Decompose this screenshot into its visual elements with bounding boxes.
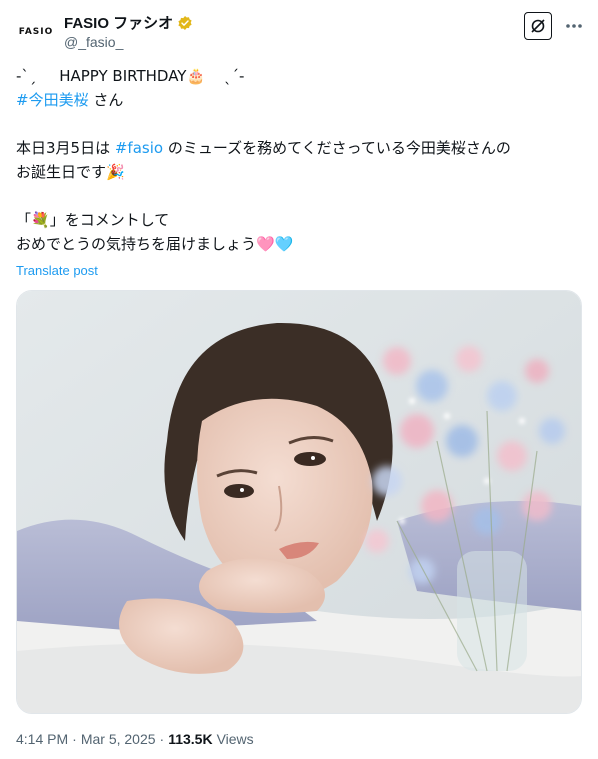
views-count[interactable]: 113.5K xyxy=(168,731,212,747)
avatar[interactable]: FASIO xyxy=(14,10,58,54)
post-header: FASIO FASIO ファシオ @_fasio_ xyxy=(0,0,598,62)
grok-icon[interactable] xyxy=(524,12,552,40)
birthday-text: HAPPY BIRTHDAY xyxy=(59,67,187,85)
post-line-3-b: のミューズを務めてくださっている今田美桜さんの xyxy=(163,139,511,157)
meta-separator: · xyxy=(72,731,77,747)
verified-badge-icon xyxy=(178,15,192,30)
post-photo[interactable] xyxy=(16,290,582,714)
post-line-5-a: 「 xyxy=(16,211,32,229)
post-line-3: 本日3月5日は #fasio のミューズを務めてくださっている今田美桜さんの xyxy=(16,136,582,160)
post-text: -ˋˏ HAPPY BIRTHDAY🎂 ˎˊ- #今田美桜 さん 本日3月5日は… xyxy=(16,64,582,256)
post-line-4: お誕生日です🎉 xyxy=(16,160,582,184)
hashtag-fasio[interactable]: #fasio xyxy=(115,139,163,157)
post-line-6: おめでとうの気持ちを届けましょう🩷🩵 xyxy=(16,232,582,256)
post-line-6-text: おめでとうの気持ちを届けましょう xyxy=(16,235,257,253)
display-name[interactable]: FASIO ファシオ xyxy=(64,12,173,33)
post-line-2: #今田美桜 さん xyxy=(16,88,582,112)
post-meta: 4:14 PM · Mar 5, 2025 · 113.5K Views xyxy=(16,731,254,747)
hashtag-imada-mio[interactable]: #今田美桜 xyxy=(16,91,89,109)
bouquet-icon: 💐 xyxy=(31,211,50,229)
author-name-row: FASIO ファシオ xyxy=(64,12,193,33)
decor-right: ˎˊ- xyxy=(223,67,245,85)
meta-separator: · xyxy=(159,731,165,747)
post-line-1: -ˋˏ HAPPY BIRTHDAY🎂 ˎˊ- xyxy=(16,64,582,88)
views-label: Views xyxy=(216,731,254,747)
honorific-text: さん xyxy=(88,91,124,109)
post-line-5-b: 」をコメントして xyxy=(49,211,170,229)
post-time[interactable]: 4:14 PM xyxy=(16,731,68,747)
party-popper-icon: 🎉 xyxy=(106,163,125,181)
portrait-photo-image xyxy=(17,291,581,713)
post-line-4-text: お誕生日です xyxy=(16,163,107,181)
decor-left: -ˋˏ xyxy=(16,67,37,85)
post-date[interactable]: Mar 5, 2025 xyxy=(81,731,156,747)
translate-post-link[interactable]: Translate post xyxy=(16,263,98,278)
post-line-3-a: 本日3月5日は xyxy=(16,139,115,157)
hearts-icon: 🩷🩵 xyxy=(256,235,294,253)
post-line-5: 「💐」をコメントして xyxy=(16,208,582,232)
cake-icon: 🎂 xyxy=(186,67,206,85)
handle[interactable]: @_fasio_ xyxy=(64,34,123,50)
more-options-icon[interactable] xyxy=(562,14,586,38)
